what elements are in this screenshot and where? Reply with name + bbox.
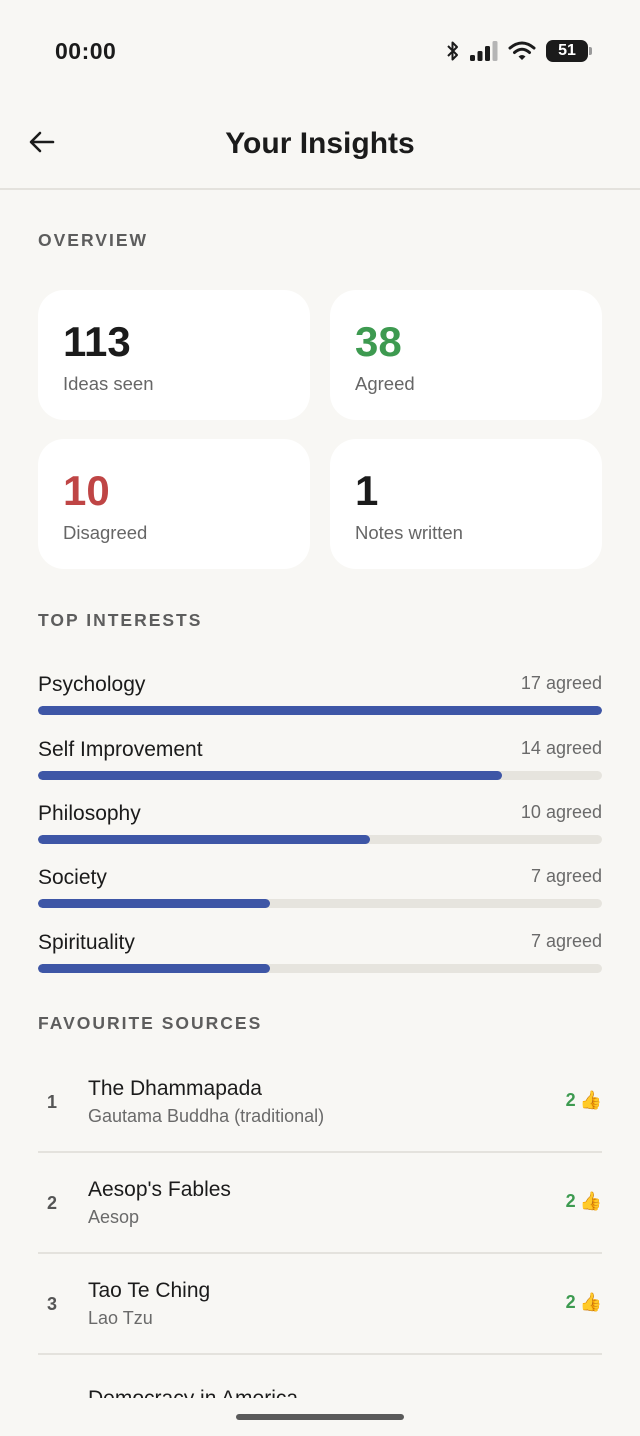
interest-progress-track: [38, 706, 602, 715]
interest-progress-fill: [38, 771, 503, 780]
interest-count: 7 agreed: [530, 931, 602, 951]
insights-screen: 00:00 51 Your Insights OVERVIEW 113 Idea…: [0, 0, 640, 1436]
interest-progress-fill: [38, 899, 271, 908]
source-title-partial[interactable]: Democracy in America: [88, 1385, 298, 1399]
interest-name: Self Improvement: [38, 738, 203, 761]
source-likes: 2 👍: [566, 1292, 602, 1313]
source-title: Tao Te Ching: [88, 1279, 211, 1302]
stat-card-notes-written: 1 Notes written: [330, 439, 602, 569]
interest-row: Philosophy 10 agreed: [38, 798, 602, 846]
app-header: Your Insights: [0, 100, 640, 190]
cellular-signal-icon: [470, 41, 498, 61]
stat-label: Notes written: [355, 522, 463, 543]
stat-value: 38: [355, 318, 402, 365]
interest-progress-track: [38, 835, 602, 844]
overview-section-label: OVERVIEW: [38, 230, 149, 250]
stat-value: 1: [355, 467, 379, 514]
thumbs-up-icon: 👍: [579, 1191, 602, 1211]
source-row[interactable]: 1 The Dhammapada Gautama Buddha (traditi…: [38, 1052, 602, 1153]
interest-row: Society 7 agreed: [38, 862, 602, 910]
page-title: Your Insights: [225, 127, 415, 160]
source-author: Lao Tzu: [88, 1308, 153, 1328]
interest-count: 7 agreed: [530, 866, 602, 886]
stat-value: 113: [63, 318, 131, 365]
interest-row: Psychology 17 agreed: [38, 669, 602, 717]
interest-count: 14 agreed: [520, 738, 602, 758]
source-author: Aesop: [88, 1207, 140, 1227]
interest-progress-fill: [38, 835, 370, 844]
interest-progress-fill: [38, 706, 602, 715]
stat-card-agreed: 38 Agreed: [330, 290, 602, 420]
battery-level: 51: [558, 42, 576, 59]
source-title: The Dhammapada: [88, 1077, 262, 1100]
stat-card-ideas-seen: 113 Ideas seen: [38, 290, 310, 420]
favourite-sources-section-label: FAVOURITE SOURCES: [38, 1013, 263, 1033]
source-row[interactable]: 2 Aesop's Fables Aesop 2 👍: [38, 1153, 602, 1254]
source-likes: 2 👍: [566, 1191, 602, 1212]
bluetooth-icon: [446, 40, 460, 62]
source-rank: 1: [47, 1092, 58, 1112]
source-like-count: 2: [565, 1090, 576, 1110]
wifi-icon: [508, 41, 536, 61]
stat-value: 10: [63, 467, 110, 514]
interest-count: 10 agreed: [520, 802, 602, 822]
home-indicator[interactable]: [236, 1414, 404, 1420]
stat-label: Disagreed: [63, 522, 148, 543]
status-icons: 51: [446, 38, 592, 64]
status-time: 00:00: [55, 38, 117, 64]
interest-progress-track: [38, 899, 602, 908]
source-like-count: 2: [565, 1191, 576, 1211]
interest-progress-fill: [38, 964, 271, 973]
status-bar: 00:00 51: [0, 0, 640, 100]
battery-icon: 51: [546, 40, 592, 62]
top-interests-section-label: TOP INTERESTS: [38, 610, 203, 630]
source-author: Gautama Buddha (traditional): [88, 1106, 325, 1126]
interest-row: Spirituality 7 agreed: [38, 927, 602, 975]
source-rank: 2: [47, 1193, 58, 1213]
interest-name: Society: [38, 866, 107, 889]
source-row[interactable]: 3 Tao Te Ching Lao Tzu 2 👍: [38, 1254, 602, 1355]
interest-row: Self Improvement 14 agreed: [38, 734, 602, 782]
source-title: Aesop's Fables: [88, 1178, 231, 1201]
source-likes: 2 👍: [566, 1090, 602, 1111]
stat-label: Ideas seen: [63, 373, 154, 394]
interest-name: Psychology: [38, 673, 146, 696]
source-rank: 3: [47, 1294, 58, 1314]
thumbs-up-icon: 👍: [579, 1292, 602, 1312]
interest-count: 17 agreed: [520, 673, 602, 693]
interest-progress-track: [38, 771, 602, 780]
thumbs-up-icon: 👍: [579, 1090, 602, 1110]
stat-card-disagreed: 10 Disagreed: [38, 439, 310, 569]
interest-progress-track: [38, 964, 602, 973]
interest-name: Philosophy: [38, 802, 141, 825]
interest-name: Spirituality: [38, 931, 135, 954]
stat-label: Agreed: [355, 373, 415, 394]
source-like-count: 2: [565, 1292, 576, 1312]
